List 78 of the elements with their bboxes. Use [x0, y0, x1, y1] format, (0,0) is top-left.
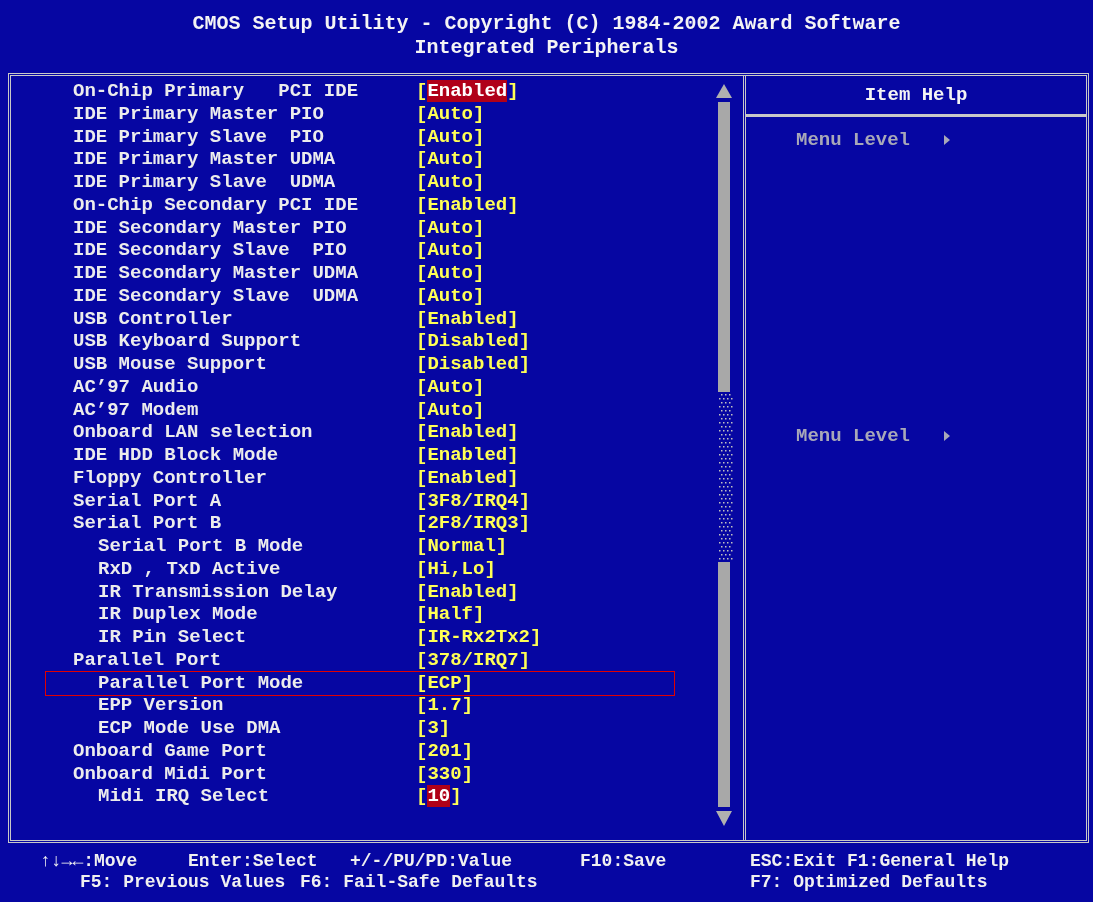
option-value[interactable]: [Auto]	[416, 102, 485, 126]
option-value[interactable]: [Disabled]	[416, 353, 531, 376]
key-hint: F7: Optimized Defaults	[750, 872, 988, 893]
option-value[interactable]: [Enabled]	[416, 193, 519, 217]
option-value[interactable]: [Half]	[416, 603, 485, 626]
option-value[interactable]: [Enabled]	[416, 444, 519, 467]
arrow-icon	[944, 431, 951, 441]
window-title: CMOS Setup Utility - Copyright (C) 1984-2002 Award Software	[192, 12, 901, 36]
setting-label: IDE Secondary Slave PIO	[73, 239, 347, 262]
setting-label: On-Chip Primary PCI IDE	[73, 80, 359, 103]
key-hint: F6: Fail-Safe Defaults	[300, 872, 539, 893]
option-value[interactable]: [330]	[416, 762, 474, 786]
option-value[interactable]: [Normal]	[416, 535, 508, 558]
option-value[interactable]: [3F8/IRQ4]	[416, 489, 531, 513]
arrow-icon	[944, 135, 951, 145]
option-value[interactable]: [201]	[416, 739, 474, 763]
setting-label: USB Controller	[73, 307, 233, 331]
setting-label: IDE HDD Block Mode	[73, 444, 279, 467]
page-title: Integrated Peripherals	[414, 36, 679, 60]
setting-label: Onboard Game Port	[73, 739, 267, 763]
setting-label: AC’97 Modem	[73, 398, 199, 422]
key-hint: ↑↓→←:Move	[40, 851, 139, 872]
setting-label: IR Pin Select	[98, 626, 247, 649]
setting-label: AC’97 Audio	[73, 375, 199, 399]
setting-label: Floppy Controller	[73, 466, 267, 490]
key-hint: Enter:Select	[188, 851, 319, 872]
option-value[interactable]: [3]	[416, 717, 451, 740]
setting-label: Midi IRQ Select	[98, 785, 270, 808]
setting-label: ECP Mode Use DMA	[98, 717, 281, 740]
setting-label: EPP Version	[98, 694, 224, 717]
setting-label: RxD , TxD Active	[98, 557, 281, 581]
option-value[interactable]: [Auto]	[416, 239, 485, 262]
setting-label: IDE Primary Master PIO	[73, 102, 324, 126]
key-hint: F1:General Help	[847, 851, 1010, 872]
key-hint: +/-/PU/PD:Value	[350, 851, 514, 872]
option-value[interactable]: [Disabled]	[416, 330, 531, 353]
option-value[interactable]: [Hi,Lo]	[416, 557, 496, 581]
setting-label: IDE Secondary Master PIO	[73, 216, 347, 240]
setting-label: IDE Primary Master UDMA	[73, 148, 336, 171]
option-value[interactable]: [Auto]	[416, 171, 485, 194]
option-value[interactable]: [ECP]	[416, 671, 474, 695]
option-value[interactable]: [Auto]	[416, 262, 485, 285]
option-value[interactable]: [1.7]	[416, 694, 474, 717]
key-hint: ESC:Exit	[750, 851, 838, 872]
setting-label: USB Keyboard Support	[73, 330, 302, 353]
option-value[interactable]: [Auto]	[416, 148, 485, 171]
option-value[interactable]: [Auto]	[416, 216, 485, 240]
option-value[interactable]: [IR-Rx2Tx2]	[416, 626, 542, 649]
setting-label: Parallel Port Mode	[98, 671, 304, 695]
setting-label: Serial Port B	[73, 512, 222, 535]
setting-label: IR Duplex Mode	[98, 603, 258, 626]
setting-label: USB Mouse Support	[73, 353, 267, 376]
option-value[interactable]: [Enabled]	[416, 307, 519, 331]
setting-label: Onboard Midi Port	[73, 762, 267, 786]
option-value[interactable]: [Auto]	[416, 284, 485, 308]
setting-label: Serial Port A	[73, 489, 222, 513]
key-hint: F5: Previous Values	[80, 872, 287, 893]
option-value[interactable]: [Enabled]	[416, 421, 519, 444]
setting-label: On-Chip Secondary PCI IDE	[73, 193, 359, 217]
help-title: Item Help	[864, 84, 968, 106]
option-value[interactable]: [Enabled]	[416, 466, 519, 490]
option-value[interactable]: [Auto]	[416, 125, 485, 149]
setting-label: IDE Secondary Master UDMA	[73, 262, 359, 285]
option-value[interactable]: [Enabled]	[416, 580, 519, 604]
menu-level-text: Menu Level	[796, 129, 911, 151]
setting-label: IR Transmission Delay	[98, 580, 338, 604]
setting-label: IDE Primary Slave PIO	[73, 125, 324, 149]
option-value[interactable]: [Auto]	[416, 375, 485, 399]
option-value[interactable]: [2F8/IRQ3]	[416, 512, 531, 535]
option-value[interactable]: [Auto]	[416, 398, 485, 422]
setting-label: Serial Port B Mode	[98, 535, 304, 558]
setting-label: Onboard LAN selection	[73, 421, 313, 444]
menu-level-text: Menu Level	[796, 425, 911, 447]
key-hint: F10:Save	[580, 851, 668, 872]
setting-label: IDE Secondary Slave UDMA	[73, 284, 359, 308]
option-value[interactable]: [378/IRQ7]	[416, 648, 531, 672]
setting-label: Parallel Port	[73, 648, 222, 672]
setting-label: IDE Primary Slave UDMA	[73, 171, 336, 194]
